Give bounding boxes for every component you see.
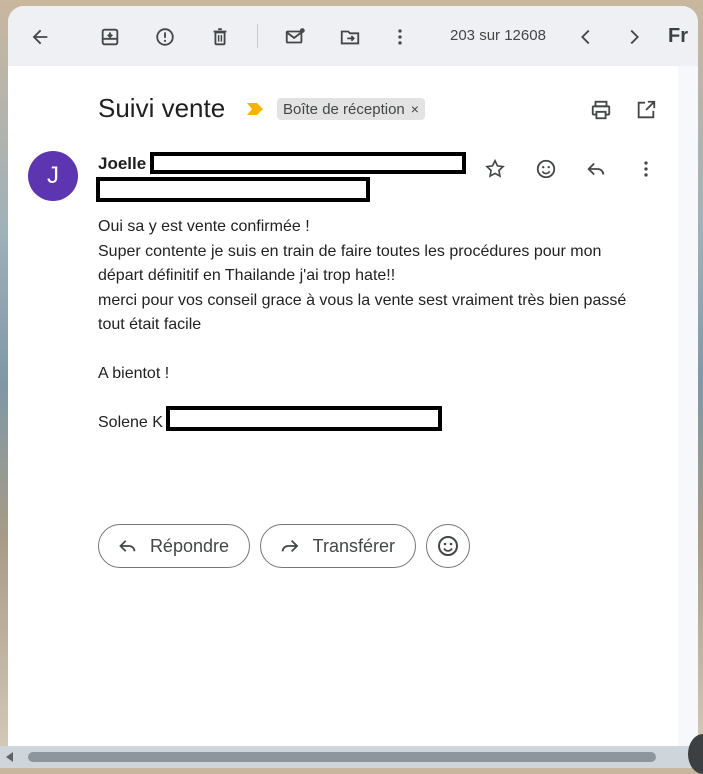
redaction-signature xyxy=(166,406,442,431)
message-counter: 203 sur 12608 xyxy=(450,27,546,44)
smiley-icon xyxy=(438,536,458,556)
email-body: Oui sa y est vente confirmée ! Super con… xyxy=(98,215,626,338)
reply-button[interactable]: Répondre xyxy=(98,524,250,568)
delete-icon[interactable] xyxy=(203,20,237,54)
open-in-new-window-icon[interactable] xyxy=(632,96,660,124)
message-toolbar: 203 sur 12608 Fr xyxy=(8,6,698,66)
emoji-reaction-icon[interactable] xyxy=(532,155,560,183)
language-logo[interactable]: Fr xyxy=(668,25,688,48)
back-arrow-icon[interactable] xyxy=(23,20,57,54)
sender-name: Joelle xyxy=(98,154,147,173)
reply-arrow-icon xyxy=(119,540,136,552)
body-line: merci pour vos conseil grace à vous la v… xyxy=(98,291,627,309)
body-line: tout était facile xyxy=(98,316,202,333)
body-line: Super contente je suis en train de faire… xyxy=(98,242,602,260)
print-icon[interactable] xyxy=(587,96,615,124)
redaction-recipient xyxy=(96,177,370,202)
remove-label-button[interactable]: × xyxy=(411,101,419,117)
more-options-icon[interactable] xyxy=(383,20,417,54)
sender-avatar[interactable]: J xyxy=(28,151,78,201)
redaction-sender-email xyxy=(150,152,466,174)
body-line: départ définitif en Thailande j'ai trop … xyxy=(98,267,396,284)
reply-icon[interactable] xyxy=(582,155,610,183)
reply-label: Répondre xyxy=(149,535,229,556)
email-closing: A bientot ! xyxy=(98,365,170,382)
scrollbar-thumb[interactable] xyxy=(28,752,656,762)
older-chevron-right-icon[interactable] xyxy=(617,20,651,54)
move-to-icon[interactable] xyxy=(333,20,367,54)
scroll-left-arrow-icon[interactable] xyxy=(6,752,13,762)
message-more-options-icon[interactable] xyxy=(632,155,660,183)
body-line: Oui sa y est vente confirmée ! xyxy=(98,218,310,235)
report-spam-icon[interactable] xyxy=(148,20,182,54)
gmail-window: 203 sur 12608 Fr Suivi vente Boîte de ré… xyxy=(8,6,698,746)
forward-arrow-icon xyxy=(281,539,299,553)
label-text: Boîte de réception xyxy=(283,100,405,118)
inbox-label-chip: Boîte de réception × xyxy=(277,98,425,120)
forward-button[interactable]: Transférer xyxy=(260,524,416,568)
email-subject: Suivi vente xyxy=(98,93,226,123)
email-signature: Solene K xyxy=(98,414,163,431)
mark-unread-icon[interactable] xyxy=(278,20,312,54)
forward-label: Transférer xyxy=(312,535,395,556)
star-icon[interactable] xyxy=(481,155,509,183)
toolbar-divider xyxy=(257,24,258,48)
newer-chevron-left-icon[interactable] xyxy=(569,20,603,54)
archive-icon[interactable] xyxy=(93,20,127,54)
message-view: Suivi vente Boîte de réception × J Joell… xyxy=(8,66,678,746)
emoji-react-button[interactable] xyxy=(426,524,470,568)
important-marker-icon[interactable] xyxy=(246,102,264,116)
